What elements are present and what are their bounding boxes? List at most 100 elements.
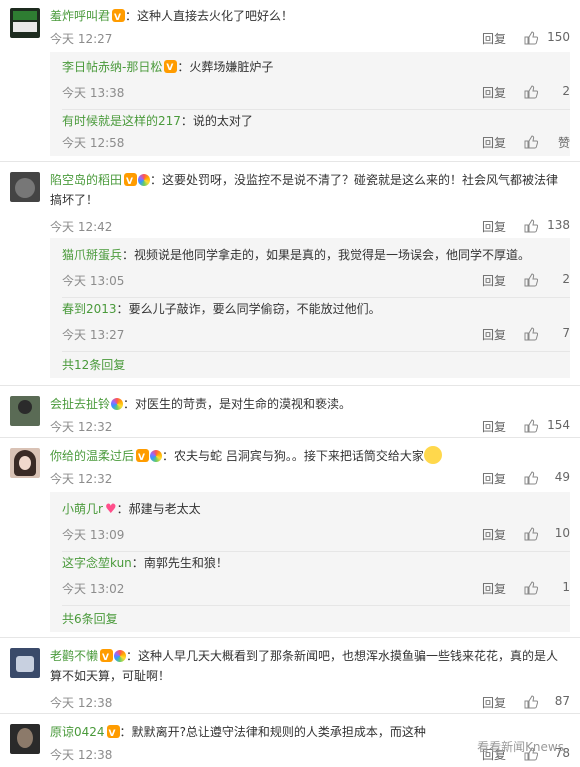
reply-item: 李日帖赤纳-那日松：火葬场嫌脏炉子 今天 13:38 回复 2	[62, 58, 570, 110]
timestamp: 今天 12:32	[50, 420, 113, 434]
like-button[interactable]: 7	[524, 326, 570, 341]
timestamp: 今天 13:38	[62, 86, 125, 100]
more-replies-link[interactable]: 共6条回复	[62, 610, 118, 627]
reply-text: 南郭先生和狼！	[143, 556, 228, 570]
v-badge-icon	[100, 648, 114, 668]
rainbow-badge-icon	[111, 398, 124, 410]
reply-button[interactable]: 回复	[482, 272, 506, 289]
watermark: 看看新闻Knews	[477, 740, 564, 754]
reply-button[interactable]: 回复	[482, 418, 506, 435]
avatar[interactable]	[10, 724, 40, 754]
reply-button[interactable]: 回复	[482, 30, 506, 47]
reply-text: 要么儿子敲诈，要么同学偷窃，不能放过他们。	[128, 302, 381, 316]
like-button[interactable]: 154	[524, 418, 570, 433]
reply-button[interactable]: 回复	[482, 84, 506, 101]
like-count: 150	[547, 30, 570, 44]
comment-item: 陷空岛的稻田：这要处罚呀，没监控不是说不清了？碰瓷就是这么来的！社会风气都被法律…	[0, 162, 580, 386]
like-count: 7	[562, 326, 570, 340]
comment-content: 羞炸呼叫君：这种人直接去火化了吧好么！	[50, 6, 570, 28]
v-badge-icon	[112, 8, 126, 28]
like-button[interactable]: 49	[524, 470, 570, 485]
like-count: 87	[554, 694, 570, 708]
reply-thread: 小萌几r ♥：郝建与老太太 今天 13:09 回复 10 这字念堃kun：南郭先生…	[50, 492, 570, 632]
username[interactable]: 原谅0424	[50, 725, 105, 739]
reply-item: 猫爪掰蛋兵：视频说是他同学拿走的，如果是真的，我觉得是一场误会，他同学不厚道。 …	[62, 246, 570, 298]
timestamp: 今天 13:02	[62, 582, 125, 596]
username[interactable]: 小萌几r	[62, 502, 103, 516]
thumbs-up-icon	[524, 135, 538, 149]
username[interactable]: 会扯去扯铃	[50, 397, 110, 411]
reply-button[interactable]: 回复	[482, 134, 506, 151]
reply-text: 说的太对了	[192, 114, 253, 128]
username[interactable]: 春到2013	[62, 302, 117, 316]
like-count: 49	[554, 470, 570, 484]
comment-text: 农夫与蛇 吕洞宾与狗。。接下来把话筒交给大家	[174, 449, 424, 463]
like-button[interactable]: 87	[524, 694, 570, 709]
comment-text: 默默离开?总让遵守法律和规则的人类承担成本，而这种	[131, 725, 426, 739]
reply-button[interactable]: 回复	[482, 580, 506, 597]
like-count: 2	[562, 272, 570, 286]
avatar[interactable]	[10, 448, 40, 478]
like-button[interactable]: 2	[524, 84, 570, 99]
reply-button[interactable]: 回复	[482, 470, 506, 487]
v-badge-icon	[124, 172, 138, 192]
username[interactable]: 陷空岛的稻田	[50, 173, 122, 187]
username[interactable]: 羞炸呼叫君	[50, 9, 110, 23]
rainbow-badge-icon	[150, 450, 163, 462]
heart-icon: ♥	[104, 502, 117, 517]
thumbs-up-icon	[524, 273, 538, 287]
reply-text: 火葬场嫌脏炉子	[189, 60, 274, 74]
comment-item: 会扯去扯铃 ：对医生的苛责，是对生命的漠视和亵渎。 今天 12:32 回复 154	[0, 386, 580, 438]
timestamp: 今天 12:38	[50, 748, 113, 762]
reply-text: 视频说是他同学拿走的，如果是真的，我觉得是一场误会，他同学不厚道。	[134, 248, 531, 262]
more-replies-link[interactable]: 共12条回复	[62, 356, 125, 373]
avatar[interactable]	[10, 396, 40, 426]
username[interactable]: 李日帖赤纳-那日松	[62, 60, 162, 74]
username[interactable]: 老鹳不懒	[50, 649, 98, 663]
thumbs-up-icon	[524, 581, 538, 595]
reply-item: 春到2013：要么儿子敲诈，要么同学偷窃，不能放过他们。 今天 13:27 回复…	[62, 300, 570, 352]
thumbs-up-icon	[524, 327, 538, 341]
like-button[interactable]: 赞	[524, 134, 570, 151]
reply-button[interactable]: 回复	[482, 694, 506, 711]
timestamp: 今天 13:05	[62, 274, 125, 288]
comment-content: 原谅0424：默默离开?总让遵守法律和规则的人类承担成本，而这种	[50, 722, 500, 742]
comment-content: 陷空岛的稻田：这要处罚呀，没监控不是说不清了？碰瓷就是这么来的！社会风气都被法律…	[50, 170, 570, 210]
comment-content: 你给的温柔过后：农夫与蛇 吕洞宾与狗。。接下来把话筒交给大家	[50, 446, 570, 468]
timestamp: 今天 13:27	[62, 328, 125, 342]
like-count: 赞	[557, 136, 570, 150]
v-badge-icon	[106, 724, 120, 742]
rainbow-badge-icon	[114, 650, 127, 662]
username[interactable]: 你给的温柔过后	[50, 449, 134, 463]
thumbs-up-icon	[524, 31, 538, 45]
thumbs-up-icon	[524, 471, 538, 485]
thumbs-up-icon	[524, 527, 538, 541]
reply-item: 这字念堃kun：南郭先生和狼！ 今天 13:02 回复 1	[62, 554, 570, 606]
comment-item: 羞炸呼叫君：这种人直接去火化了吧好么！ 今天 12:27 回复 150 李日帖赤…	[0, 0, 580, 162]
like-button[interactable]: 150	[524, 30, 570, 45]
avatar[interactable]	[10, 172, 40, 202]
avatar[interactable]	[10, 8, 40, 38]
reply-button[interactable]: 回复	[482, 526, 506, 543]
reply-button[interactable]: 回复	[482, 326, 506, 343]
username[interactable]: 猫爪掰蛋兵	[62, 248, 122, 262]
avatar[interactable]	[10, 648, 40, 678]
comment-item: 你给的温柔过后：农夫与蛇 吕洞宾与狗。。接下来把话筒交给大家 今天 12:32 …	[0, 438, 580, 638]
timestamp: 今天 12:58	[62, 136, 125, 150]
v-badge-icon	[136, 448, 150, 468]
like-button[interactable]: 2	[524, 272, 570, 287]
comment-text: 这种人直接去火化了吧好么！	[137, 9, 294, 23]
comment-text: 对医生的苛责，是对生命的漠视和亵渎。	[135, 397, 352, 411]
like-button[interactable]: 138	[524, 218, 570, 233]
like-button[interactable]: 10	[524, 526, 570, 541]
reply-button[interactable]: 回复	[482, 218, 506, 235]
thumbs-up-icon	[524, 219, 538, 233]
like-button[interactable]: 1	[524, 580, 570, 595]
username[interactable]: 有时候就是这样的217	[62, 114, 181, 128]
thumbs-up-icon	[524, 695, 538, 709]
v-badge-icon	[164, 59, 178, 77]
laughing-emoji-icon	[423, 446, 442, 464]
username[interactable]: 这字念堃kun	[62, 556, 132, 570]
reply-thread: 李日帖赤纳-那日松：火葬场嫌脏炉子 今天 13:38 回复 2 有时候就是这样的…	[50, 52, 570, 156]
timestamp: 今天 12:27	[50, 32, 113, 46]
